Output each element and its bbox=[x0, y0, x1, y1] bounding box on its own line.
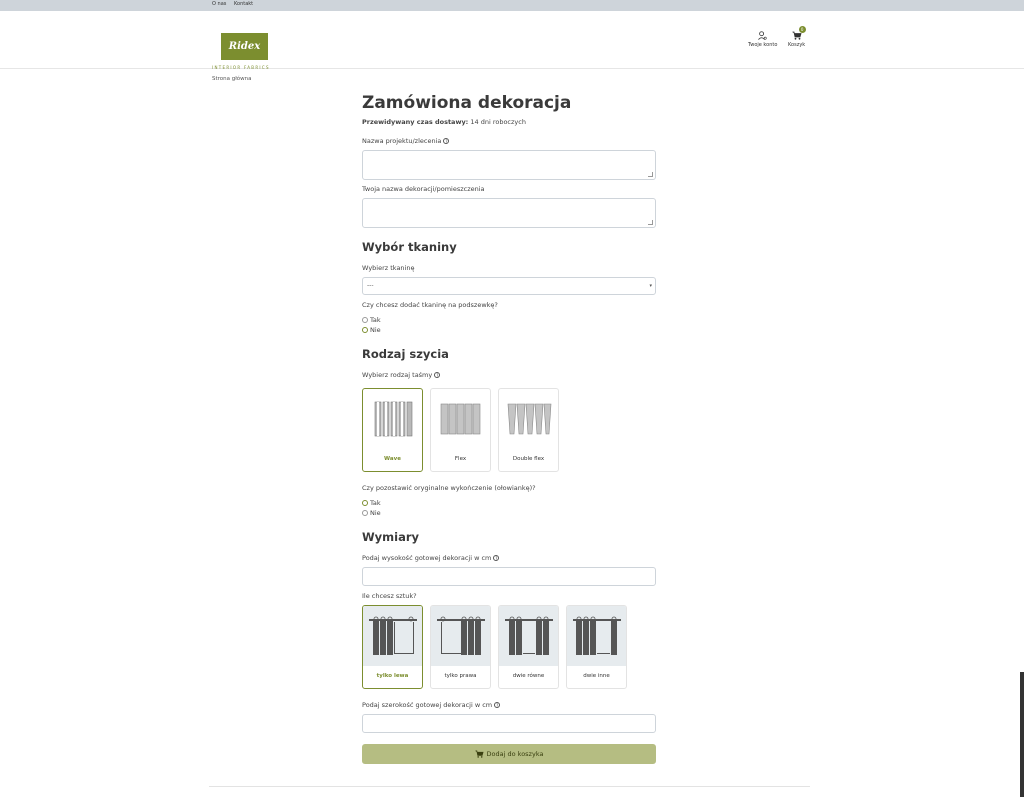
cart-count-badge: 0 bbox=[798, 26, 806, 33]
dimensions-heading: Wymiary bbox=[362, 530, 420, 544]
pieces-option-two-different[interactable]: dwie inne bbox=[566, 605, 627, 689]
pieces-option-left-only[interactable]: tylko lewa bbox=[362, 605, 423, 689]
pieces-caption: dwie równe bbox=[512, 673, 545, 679]
logo-subtitle: INTERIOR FABRICS bbox=[212, 65, 270, 70]
fabric-select[interactable]: --- ▾ bbox=[362, 277, 656, 295]
radio-checked-icon bbox=[362, 500, 368, 506]
delivery-label: Przewidywany czas dostawy: bbox=[362, 118, 469, 126]
help-icon[interactable]: ? bbox=[434, 372, 441, 378]
pieces-option-right-only[interactable]: tylko prawa bbox=[430, 605, 491, 689]
footer-divider bbox=[209, 786, 810, 787]
delivery-info: Przewidywany czas dostawy: 14 dni robocz… bbox=[362, 118, 526, 126]
tape-option-flex[interactable]: Flex bbox=[430, 388, 491, 472]
cart-label: Koszyk bbox=[788, 42, 806, 48]
height-input[interactable] bbox=[362, 567, 656, 586]
project-name-field[interactable] bbox=[362, 150, 656, 180]
radio-icon bbox=[362, 317, 368, 323]
two-different-curtains-image bbox=[567, 606, 626, 666]
wave-tape-image bbox=[363, 389, 422, 449]
cart-icon bbox=[475, 750, 484, 758]
account-button[interactable]: Twoje konto bbox=[748, 31, 777, 48]
pieces-option-two-equal[interactable]: dwie równe bbox=[498, 605, 559, 689]
user-icon bbox=[758, 31, 767, 40]
help-icon[interactable]: ? bbox=[443, 138, 450, 144]
breadcrumb: Strona główna bbox=[212, 76, 252, 82]
breadcrumb-home[interactable]: Strona główna bbox=[212, 76, 252, 82]
tape-label: Wybierz rodzaj taśmy? bbox=[362, 371, 441, 379]
pieces-label: Ile chcesz sztuk? bbox=[362, 592, 417, 600]
tape-caption: Double flex bbox=[512, 456, 545, 462]
logo[interactable]: Ridex bbox=[221, 33, 268, 60]
tape-option-wave[interactable]: Wave bbox=[362, 388, 423, 472]
pieces-caption: dwie inne bbox=[583, 673, 610, 679]
lining-yes-radio[interactable]: Tak bbox=[362, 316, 381, 324]
help-icon[interactable]: ? bbox=[493, 555, 500, 561]
right-only-curtain-image bbox=[431, 606, 490, 666]
chevron-down-icon: ▾ bbox=[649, 283, 652, 289]
help-icon[interactable]: ? bbox=[494, 702, 501, 708]
contact-link[interactable]: Kontakt bbox=[234, 1, 253, 7]
page-title: Zamówiona dekoracja bbox=[362, 93, 572, 113]
lining-no-radio[interactable]: Nie bbox=[362, 326, 381, 334]
tape-caption: Flex bbox=[454, 456, 467, 462]
finish-label: Czy pozostawić oryginalne wykończenie (o… bbox=[362, 484, 536, 492]
scrollbar[interactable] bbox=[1020, 672, 1024, 797]
sewing-heading: Rodzaj szycia bbox=[362, 347, 449, 361]
tape-option-double-flex[interactable]: Double flex bbox=[498, 388, 559, 472]
finish-no-radio[interactable]: Nie bbox=[362, 509, 381, 517]
width-label: Podaj szerokość gotowej dekoracji w cm? bbox=[362, 701, 501, 709]
height-label: Podaj wysokość gotowej dekoracji w cm? bbox=[362, 554, 500, 562]
width-input[interactable] bbox=[362, 714, 656, 733]
top-bar: O nas Kontakt bbox=[0, 0, 1024, 11]
lining-label: Czy chcesz dodać tkaninę na podszewkę? bbox=[362, 301, 498, 309]
pieces-caption: tylko lewa bbox=[376, 673, 409, 679]
about-link[interactable]: O nas bbox=[212, 1, 226, 7]
fabric-heading: Wybór tkaniny bbox=[362, 240, 457, 254]
add-to-cart-button[interactable]: Dodaj do koszyka bbox=[362, 744, 656, 764]
project-name-label: Nazwa projektu/zlecenia? bbox=[362, 137, 450, 145]
room-name-field[interactable] bbox=[362, 198, 656, 228]
delivery-value: 14 dni roboczych bbox=[470, 118, 526, 126]
site-header: Ridex INTERIOR FABRICS Twoje konto 0 Kos… bbox=[0, 11, 1024, 70]
tape-caption: Wave bbox=[384, 456, 401, 462]
finish-yes-radio[interactable]: Tak bbox=[362, 499, 381, 507]
radio-checked-icon bbox=[362, 327, 368, 333]
two-equal-curtains-image bbox=[499, 606, 558, 666]
double-flex-tape-image bbox=[499, 389, 558, 449]
cart-button[interactable]: 0 Koszyk bbox=[788, 26, 806, 48]
flex-tape-image bbox=[431, 389, 490, 449]
pieces-caption: tylko prawa bbox=[444, 673, 477, 679]
account-label: Twoje konto bbox=[748, 42, 778, 48]
fabric-label: Wybierz tkaninę bbox=[362, 264, 415, 272]
left-only-curtain-image bbox=[363, 606, 422, 666]
radio-icon bbox=[362, 510, 368, 516]
room-name-label: Twoja nazwa dekoracji/pomieszczenia bbox=[362, 185, 485, 193]
